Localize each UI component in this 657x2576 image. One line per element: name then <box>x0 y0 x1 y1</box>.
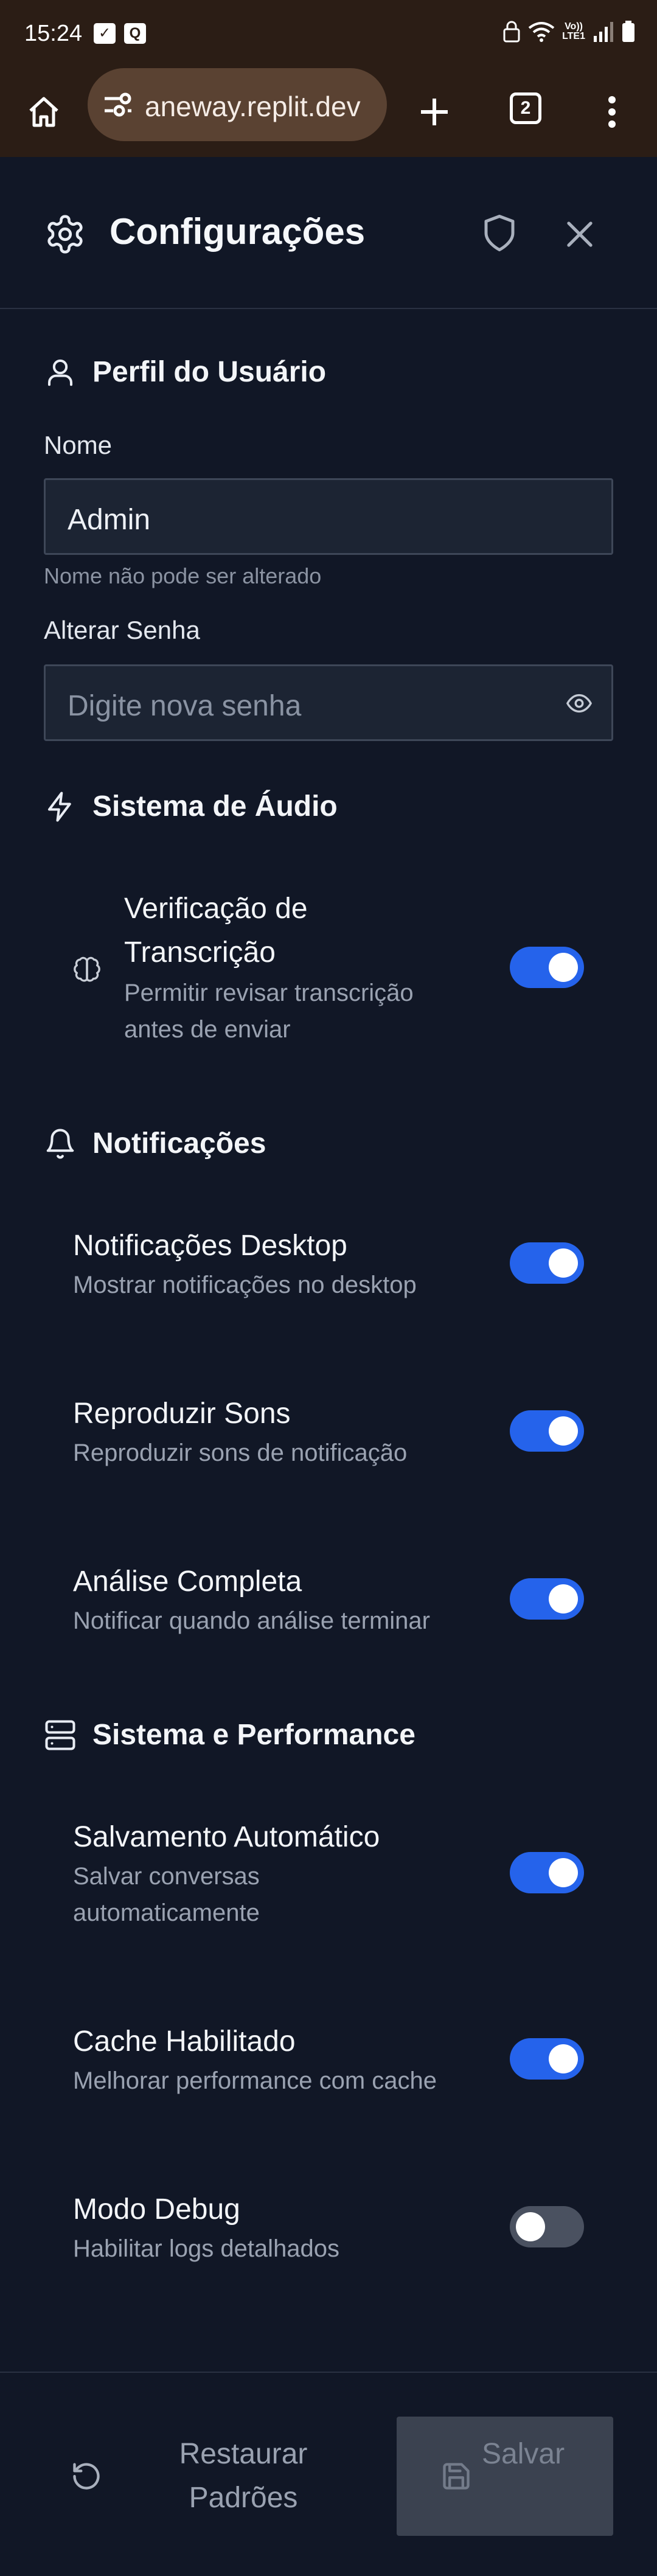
auto-save-toggle[interactable] <box>510 1852 584 1893</box>
volte-indicator: Vo)) LTE1 <box>562 21 585 41</box>
setting-description: Mostrar notificações no desktop <box>73 1272 417 1298</box>
password-label: Alterar Senha <box>44 616 200 644</box>
setting-description: Reproduzir sons de notificação <box>73 1439 408 1466</box>
setting-description: Melhorar performance com cache <box>73 2067 437 2094</box>
site-settings-icon[interactable] <box>102 91 134 118</box>
system-status-icons: Vo)) LTE1 <box>502 21 635 43</box>
restore-defaults-button[interactable]: Restaurar Padrões <box>44 2417 311 2536</box>
notification-icons: ✓ Q <box>94 23 146 44</box>
gear-icon <box>47 215 83 254</box>
setting-title: Cache Habilitado <box>73 2025 296 2058</box>
settings-footer: Restaurar Padrões Salvar <box>0 2372 657 2576</box>
section-audio-header: Sistema de Áudio <box>44 790 338 823</box>
section-title: Sistema e Performance <box>92 1719 415 1751</box>
analysis-complete-toggle[interactable] <box>510 1578 584 1620</box>
setting-description: Salvar conversas <box>73 1863 260 1890</box>
setting-description: Notificar quando análise terminar <box>73 1607 430 1634</box>
page-title: Configurações <box>109 211 366 252</box>
user-icon <box>47 359 73 386</box>
setting-title: Modo Debug <box>73 2193 240 2226</box>
setting-title: Análise Completa <box>73 1565 302 1598</box>
settings-header: Configurações <box>0 157 657 309</box>
checkbox-notification-icon: ✓ <box>94 23 116 44</box>
debug-mode-toggle[interactable] <box>510 2206 584 2247</box>
setting-description: Permitir revisar transcrição <box>124 980 414 1006</box>
bell-icon <box>46 1128 74 1159</box>
play-sounds-toggle[interactable] <box>510 1410 584 1452</box>
name-field[interactable]: Admin <box>44 478 613 555</box>
setting-description: antes de enviar <box>124 1016 291 1043</box>
password-placeholder[interactable]: Digite nova senha <box>68 689 301 723</box>
name-label: Nome <box>44 431 113 459</box>
setting-title: Notificações Desktop <box>73 1230 347 1262</box>
section-profile-header: Perfil do Usuário <box>44 355 326 389</box>
save-label[interactable]: Salvar <box>482 2432 591 2476</box>
setting-description: Habilitar logs detalhados <box>73 2235 340 2262</box>
more-options-icon[interactable] <box>591 91 633 133</box>
transcription-check-toggle[interactable] <box>510 947 584 988</box>
lightning-icon <box>47 791 71 822</box>
new-tab-icon[interactable] <box>414 91 455 133</box>
name-hint: Nome não pode ser alterado <box>44 563 322 588</box>
section-title: Perfil do Usuário <box>92 356 327 388</box>
cache-enabled-toggle[interactable] <box>510 2038 584 2080</box>
app-notification-icon: Q <box>124 23 146 44</box>
setting-title: Reproduzir Sons <box>73 1398 291 1430</box>
lock-icon <box>503 21 520 43</box>
setting-title: Verificação de <box>124 893 308 925</box>
close-icon[interactable] <box>561 215 599 253</box>
save-icon <box>443 2463 470 2490</box>
battery-icon <box>622 21 634 42</box>
url-text[interactable]: aneway.replit.dev <box>145 90 361 123</box>
restore-defaults-label[interactable]: Restaurar Padrões <box>176 2432 310 2520</box>
desktop-notifications-toggle[interactable] <box>510 1242 584 1284</box>
home-icon[interactable] <box>23 91 64 133</box>
signal-icon <box>594 22 613 42</box>
shield-icon[interactable] <box>479 213 520 253</box>
tab-switcher-button[interactable]: 2 <box>510 92 541 124</box>
setting-title: Salvamento Automático <box>73 1821 380 1853</box>
password-field[interactable]: Digite nova senha <box>44 664 613 741</box>
save-button[interactable]: Salvar <box>397 2417 613 2536</box>
reset-icon <box>73 2463 100 2490</box>
status-bar: 15:24 ✓ Q Vo)) LTE1 <box>0 0 657 67</box>
name-value[interactable]: Admin <box>68 503 150 537</box>
status-time: 15:24 <box>24 21 83 46</box>
server-icon <box>45 1719 75 1750</box>
eye-icon[interactable] <box>565 689 593 717</box>
brain-icon <box>74 956 100 982</box>
section-notifications-header: Notificações <box>44 1127 266 1160</box>
wifi-icon <box>528 22 555 42</box>
address-bar[interactable]: aneway.replit.dev <box>88 68 387 141</box>
setting-description: automaticamente <box>73 1899 260 1926</box>
section-title: Notificações <box>92 1127 266 1160</box>
section-performance-header: Sistema e Performance <box>44 1718 415 1752</box>
setting-title: Transcrição <box>124 936 276 969</box>
section-title: Sistema de Áudio <box>92 790 338 823</box>
